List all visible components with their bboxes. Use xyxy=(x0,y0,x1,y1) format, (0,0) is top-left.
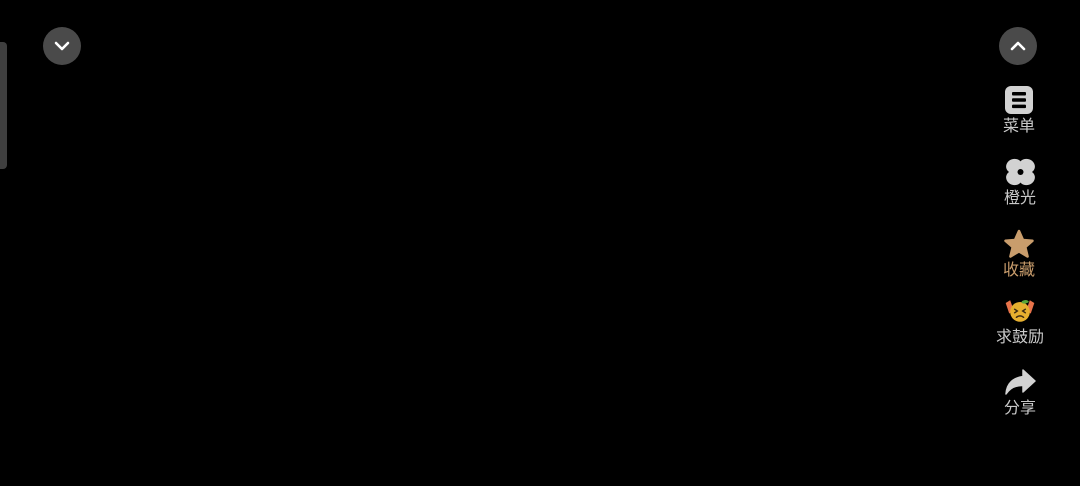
favorite-label: 收藏 xyxy=(1002,260,1035,279)
encourage-label: 求鼓励 xyxy=(995,327,1044,346)
encourage-button[interactable]: 求鼓励 xyxy=(982,296,1058,346)
share-arrow-icon xyxy=(1003,367,1037,397)
menu-icon xyxy=(1002,85,1036,115)
orange-light-label: 橙光 xyxy=(1003,188,1036,207)
menu-button[interactable]: 菜单 xyxy=(981,85,1057,135)
menu-label: 菜单 xyxy=(1002,116,1035,135)
orange-light-logo-icon xyxy=(1003,157,1037,187)
favorite-button[interactable]: 收藏 xyxy=(981,229,1057,279)
collapse-button[interactable] xyxy=(43,27,81,65)
expand-button[interactable] xyxy=(999,27,1037,65)
game-screen: 菜单 橙光 收藏 求鼓励 分享 xyxy=(0,0,1080,486)
share-button[interactable]: 分享 xyxy=(982,367,1058,417)
edge-drawer-handle[interactable] xyxy=(0,42,7,169)
encourage-emoji-icon xyxy=(1003,296,1037,326)
chevron-up-icon xyxy=(1010,41,1026,51)
orange-light-button[interactable]: 橙光 xyxy=(982,157,1058,207)
chevron-down-icon xyxy=(54,41,70,51)
star-icon xyxy=(1002,229,1036,259)
share-label: 分享 xyxy=(1003,398,1036,417)
